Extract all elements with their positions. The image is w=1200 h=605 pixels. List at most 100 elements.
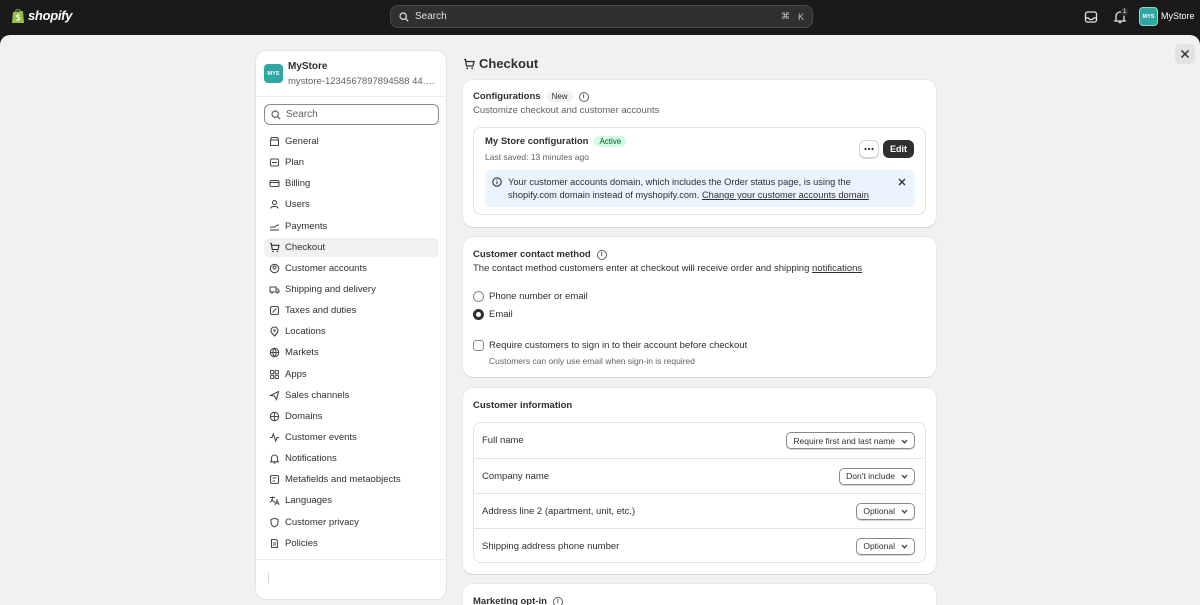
shopify-bag-icon (12, 8, 24, 23)
configurations-title: Configurations (473, 91, 541, 102)
sidebar-item-billing[interactable]: Billing (264, 174, 439, 193)
users-icon (269, 199, 280, 210)
sidebar-item-label: Billing (285, 178, 311, 190)
sidebar-item-customer-events[interactable]: Customer events (264, 428, 439, 447)
sidebar-item-customer-accounts[interactable]: Customer accounts (264, 259, 439, 278)
checkbox-label: Require customers to sign in to their ac… (489, 340, 748, 351)
banner-message: Your customer accounts domain, which inc… (508, 176, 883, 202)
sidebar-item-taxes-and-duties[interactable]: Taxes and duties (264, 301, 439, 320)
global-search-input[interactable]: Search ⌘ K (390, 5, 813, 28)
domain-icon (269, 411, 280, 422)
events-icon (269, 432, 280, 443)
store-icon (269, 136, 280, 147)
require-signin-checkbox-row[interactable]: Require customers to sign in to their ac… (473, 340, 747, 351)
search-icon (271, 109, 281, 120)
configuration-name-row: My Store configuration Active (485, 136, 627, 147)
customer-contact-card: Customer contact method i The contact me… (463, 237, 936, 377)
contact-subtitle-text: The contact method customers enter at ch… (473, 263, 810, 274)
field-requirement-select[interactable]: Require first and last name (786, 432, 915, 449)
dismiss-banner-icon[interactable] (898, 178, 906, 186)
search-icon (399, 11, 409, 22)
sidebar-item-domains[interactable]: Domains (264, 407, 439, 426)
sidebar-item-sales-channels[interactable]: Sales channels (264, 386, 439, 405)
sidebar-store-name: MyStore (288, 61, 328, 72)
sidebar-item-checkout[interactable]: Checkout (264, 237, 439, 257)
page-title: Checkout (463, 56, 538, 71)
sidebar-store-domain: mystore-1234567897894588 44.myshopify.co… (288, 76, 438, 87)
configurations-header: Configurations New i (473, 91, 589, 102)
bell-icon (269, 453, 280, 464)
person-icon (269, 263, 280, 274)
radio-button-selected[interactable] (473, 309, 484, 320)
field-label: Shipping address phone number (482, 540, 620, 552)
sidebar-item-label: Policies (285, 537, 318, 549)
globe-icon (269, 347, 280, 358)
shopify-logo[interactable]: shopify (11, 8, 72, 24)
radio-button[interactable] (473, 291, 484, 302)
close-settings-button[interactable] (1175, 44, 1195, 64)
store-name-label[interactable]: MyStore (1161, 11, 1195, 21)
info-icon[interactable]: i (578, 91, 589, 102)
customer-info-row: Company name Don't include (474, 458, 923, 493)
sidebar-item-users[interactable]: Users (264, 195, 439, 214)
sidebar-store-header[interactable]: MYS MyStore mystore-1234567897894588 44.… (264, 60, 440, 90)
store-avatar[interactable]: MYS (1139, 7, 1158, 26)
sidebar-item-shipping-and-delivery[interactable]: Shipping and delivery (264, 280, 439, 299)
select-value: Optional (863, 506, 895, 516)
more-actions-button[interactable] (859, 140, 879, 158)
field-requirement-select[interactable]: Optional (856, 537, 915, 555)
customer-info-row: Address line 2 (apartment, unit, etc.) Op… (474, 493, 923, 528)
checkbox-help-text: Customers can only use email when sign-i… (489, 356, 695, 366)
sidebar-item-label: Payments (285, 220, 328, 232)
sidebar-item-customer-privacy[interactable]: Customer privacy (264, 513, 439, 532)
settings-sidebar: MYS MyStore mystore-1234567897894588 44.… (256, 51, 446, 599)
sidebar-item-metafields-and-metaobjects[interactable]: Metafields and metaobjects (264, 470, 439, 489)
info-icon[interactable]: i (552, 596, 563, 605)
sidebar-divider (256, 96, 446, 97)
notifications-link[interactable]: notifications (812, 263, 862, 274)
customer-info-row: Full name Require first and last name (474, 423, 923, 458)
sidebar-store-avatar: MYS (264, 64, 283, 83)
sidebar-item-notifications[interactable]: Notifications (264, 449, 439, 468)
sidebar-item-languages[interactable]: Languages (264, 491, 439, 510)
sidebar-item-locations[interactable]: Locations (264, 322, 439, 341)
sidebar-item-label: Metafields and metaobjects (285, 474, 401, 486)
customer-info-row: Shipping address phone number Optional (474, 528, 923, 563)
policies-icon (269, 538, 280, 549)
sidebar-item-apps[interactable]: Apps (264, 365, 439, 384)
field-label: Address line 2 (apartment, unit, etc.) (482, 505, 636, 517)
shortcut-cmd: ⌘ (780, 11, 790, 21)
sidebar-item-label: Plan (285, 157, 305, 169)
sidebar-search-placeholder: Search (286, 109, 318, 120)
radio-label: Email (489, 309, 513, 320)
metafields-icon (269, 474, 280, 485)
inbox-icon[interactable] (1083, 9, 1099, 25)
channels-icon (269, 390, 280, 401)
field-requirement-select[interactable]: Don't include (839, 467, 915, 485)
sidebar-item-general[interactable]: General (264, 132, 439, 151)
field-requirement-select[interactable]: Optional (856, 502, 915, 520)
sidebar-item-label: Users (285, 199, 310, 211)
customer-information-fields: Full name Require first and last name Comp… (473, 422, 926, 563)
contact-subtitle: The contact method customers enter at ch… (473, 263, 862, 274)
edit-button[interactable]: Edit (883, 140, 914, 158)
sidebar-item-plan[interactable]: Plan (264, 153, 439, 172)
customer-information-title: Customer information (473, 400, 573, 411)
sidebar-bottom-divider (256, 559, 446, 560)
sidebar-search-input[interactable]: Search (264, 104, 439, 125)
sidebar-item-policies[interactable]: Policies (264, 534, 439, 553)
radio-phone-or-email[interactable]: Phone number or email (473, 291, 588, 302)
radio-email[interactable]: Email (473, 309, 513, 320)
cart-icon (464, 58, 475, 69)
sidebar-scroll-indicator (268, 573, 269, 583)
require-signin-checkbox[interactable] (473, 340, 484, 351)
sidebar-nav-list: General Plan Billing Users Payments Checkout C… (264, 132, 439, 555)
sidebar-item-payments[interactable]: Payments (264, 217, 439, 236)
contact-title: Customer contact method (473, 249, 591, 260)
change-domain-link[interactable]: Change your customer accounts domain (702, 190, 869, 200)
location-icon (269, 326, 280, 338)
sidebar-item-label: Markets (285, 347, 319, 359)
select-value: Don't include (846, 471, 895, 481)
sidebar-item-markets[interactable]: Markets (264, 343, 439, 362)
info-icon[interactable]: i (596, 249, 607, 260)
